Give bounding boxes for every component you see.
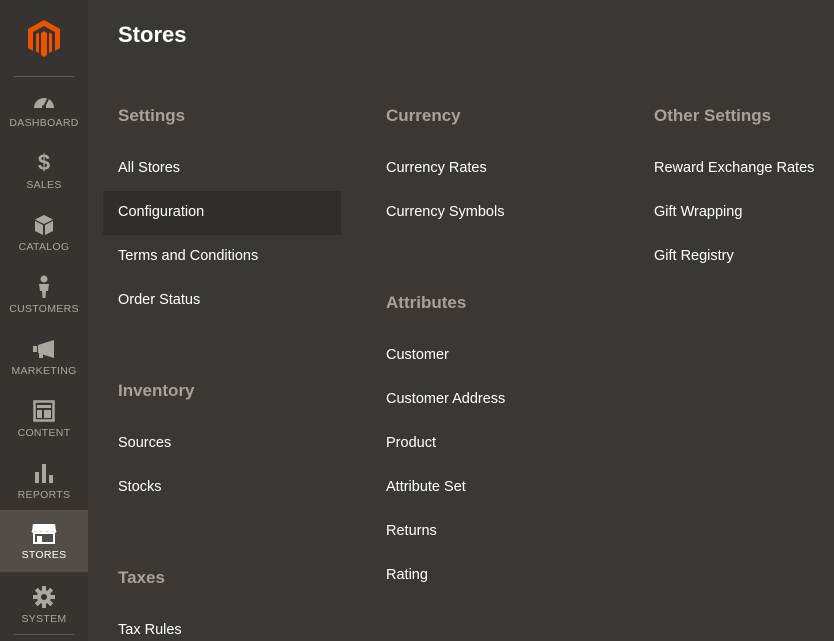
sidebar-item-dashboard[interactable]: DASHBOARD [0,78,88,140]
link-rating[interactable]: Rating [386,567,428,583]
link-currency-symbols[interactable]: Currency Symbols [386,204,504,220]
sidebar-item-label: SYSTEM [21,613,67,625]
sidebar-item-label: STORES [21,549,67,561]
storefront-icon [31,521,57,545]
magento-logo[interactable] [0,0,88,76]
person-icon [37,275,51,299]
link-terms-and-conditions[interactable]: Terms and Conditions [118,248,258,264]
section-heading-currency: Currency [386,106,461,125]
link-gift-wrapping[interactable]: Gift Wrapping [654,204,742,220]
section-heading-taxes: Taxes [118,568,165,587]
sidebar-item-catalog[interactable]: CATALOG [0,202,88,264]
sidebar-item-label: DASHBOARD [9,117,79,129]
gauge-icon [32,89,56,113]
bar-chart-icon [34,461,54,485]
box-icon [34,213,54,237]
magento-logo-icon [28,20,60,57]
sidebar-divider [14,76,74,77]
section-heading-attributes: Attributes [386,293,467,312]
dollar-icon: $ [37,150,51,175]
page-title: Stores [118,22,187,47]
layout-icon [33,399,55,423]
section-heading-other-settings: Other Settings [654,106,772,125]
link-returns[interactable]: Returns [386,523,437,539]
sidebar-item-label: CONTENT [17,427,71,439]
sidebar-item-label: SALES [26,179,62,191]
sidebar-item-system[interactable]: SYSTEM [0,574,88,636]
sidebar-divider [14,634,74,635]
link-currency-rates[interactable]: Currency Rates [386,160,487,176]
sidebar-item-label: CATALOG [18,241,70,253]
link-all-stores[interactable]: All Stores [118,160,180,176]
gear-icon [33,585,55,609]
link-configuration[interactable]: Configuration [118,204,204,220]
sidebar-item-reports[interactable]: REPORTS [0,450,88,512]
link-customer[interactable]: Customer [386,347,449,363]
link-product[interactable]: Product [386,435,436,451]
link-sources[interactable]: Sources [118,435,171,451]
sidebar-item-marketing[interactable]: MARKETING [0,326,88,388]
sidebar-item-stores[interactable]: STORES [0,510,88,572]
link-order-status[interactable]: Order Status [118,292,200,308]
sidebar-item-customers[interactable]: CUSTOMERS [0,264,88,326]
link-attribute-set[interactable]: Attribute Set [386,479,466,495]
megaphone-icon [32,337,56,361]
sidebar-item-label: REPORTS [17,489,71,501]
link-stocks[interactable]: Stocks [118,479,162,495]
sidebar-item-label: MARKETING [11,365,77,377]
sidebar-item-label: CUSTOMERS [9,303,79,315]
admin-sidebar: DASHBOARD $ SALES CATALOG CUSTOMERS MARK… [0,0,88,641]
link-customer-address[interactable]: Customer Address [386,391,505,407]
link-tax-rules[interactable]: Tax Rules [118,622,182,638]
section-heading-settings: Settings [118,106,186,125]
section-heading-inventory: Inventory [118,381,195,400]
link-gift-registry[interactable]: Gift Registry [654,248,734,264]
link-reward-exchange-rates[interactable]: Reward Exchange Rates [654,160,814,176]
sidebar-item-sales[interactable]: $ SALES [0,140,88,202]
sidebar-item-content[interactable]: CONTENT [0,388,88,450]
